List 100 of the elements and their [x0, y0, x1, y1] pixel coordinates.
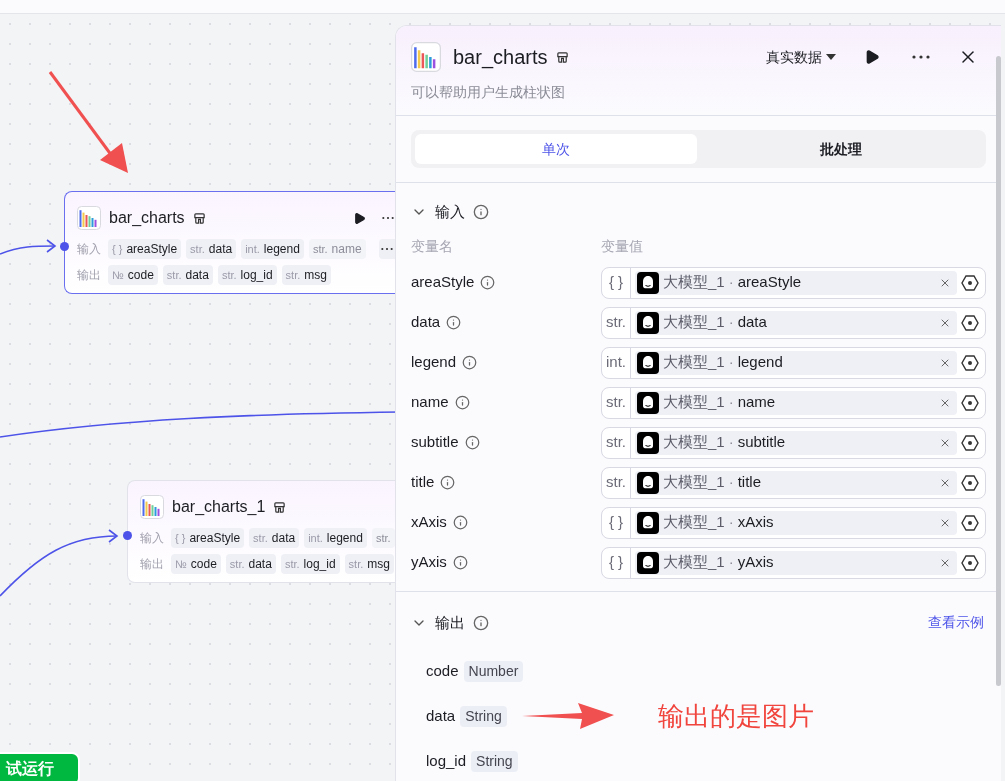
port-tag: str. msg [281, 265, 331, 285]
view-example-link[interactable]: 查看示例 [928, 612, 984, 634]
port-tag: str. msg [344, 554, 394, 574]
type-label: { } [602, 267, 631, 298]
hexagon-icon[interactable] [961, 393, 979, 412]
bar-chart-icon [411, 42, 441, 72]
bar-chart-icon [140, 495, 164, 519]
more-icon[interactable] [381, 247, 393, 251]
input-port[interactable] [123, 531, 132, 540]
output-name: code [426, 660, 459, 681]
hexagon-icon[interactable] [961, 553, 979, 572]
port-label: 输出 [140, 556, 165, 573]
port-tag: № code [108, 265, 158, 285]
model-avatar-icon [637, 271, 659, 294]
model-avatar-icon [637, 391, 659, 414]
hexagon-icon[interactable] [961, 353, 979, 372]
output-name: log_id [426, 750, 467, 771]
data-source-dropdown[interactable]: 真实数据 [766, 46, 836, 68]
node-title: bar_charts [109, 208, 185, 228]
info-icon[interactable] [446, 315, 462, 330]
run-icon[interactable] [353, 211, 366, 225]
parameter-value-field[interactable]: { } 大模型_1 · xAxis [601, 506, 986, 539]
template-icon[interactable] [555, 50, 569, 64]
variable-reference: 大模型_1 · data [663, 312, 767, 333]
variable-reference: 大模型_1 · yAxis [663, 552, 774, 573]
parameter-name: areaStyle [411, 272, 475, 293]
type-label: str. [602, 427, 631, 458]
parameter-value-field[interactable]: { } 大模型_1 · yAxis [601, 546, 986, 579]
model-avatar-icon [637, 471, 659, 494]
port-tag: int. legend [241, 239, 304, 259]
port-tag: str. data [186, 239, 237, 259]
port-tag: str. data [225, 554, 276, 574]
type-label: str. [602, 467, 631, 498]
model-avatar-icon [637, 311, 659, 334]
port-tag: str. data [249, 528, 300, 548]
info-icon[interactable] [464, 435, 480, 450]
port-label: 输入 [140, 530, 165, 547]
port-tag: str. log_id [217, 265, 277, 285]
port-label: 输出 [77, 267, 102, 284]
info-icon[interactable] [473, 204, 489, 221]
hexagon-icon[interactable] [961, 473, 979, 492]
port-tag: { } areaStyle [171, 528, 245, 548]
info-icon[interactable] [452, 515, 468, 530]
tab[interactable]: 单次 [415, 134, 697, 164]
parameter-name: title [411, 472, 435, 493]
caret-icon [826, 53, 836, 61]
parameter-value-field[interactable]: str. 大模型_1 · subtitle [601, 426, 986, 459]
hexagon-icon[interactable] [961, 273, 979, 292]
more-icon[interactable] [912, 55, 930, 59]
port-tag: str. name [308, 239, 366, 259]
template-icon[interactable] [273, 500, 287, 514]
port-tag: str. [371, 528, 395, 548]
parameter-value-field[interactable]: int. 大模型_1 · legend [601, 346, 986, 379]
output-type-tag: Number [463, 660, 524, 682]
port-tag: { } areaStyle [108, 239, 182, 259]
annotation-text: 输出的是图片 [657, 699, 814, 733]
tab[interactable]: 批处理 [700, 134, 982, 164]
output-name: data [426, 705, 456, 726]
variable-reference: 大模型_1 · areaStyle [663, 272, 802, 293]
parameter-name: legend [411, 352, 457, 373]
type-label: { } [602, 507, 631, 538]
hexagon-icon[interactable] [961, 513, 979, 532]
parameter-value-field[interactable]: str. 大模型_1 · name [601, 386, 986, 419]
column-header: 变量名 [411, 236, 454, 256]
output-type-tag: String [471, 750, 518, 772]
info-icon[interactable] [462, 355, 478, 370]
template-icon[interactable] [192, 211, 206, 225]
info-icon[interactable] [440, 475, 456, 490]
input-port[interactable] [60, 242, 69, 251]
type-label: { } [602, 547, 631, 578]
parameter-name: subtitle [411, 432, 459, 453]
run-icon[interactable] [864, 49, 880, 65]
type-label: str. [602, 307, 631, 338]
section-title: 输出 [435, 612, 465, 633]
parameter-value-field[interactable]: { } 大模型_1 · areaStyle [601, 266, 986, 299]
panel-title: bar_charts [453, 45, 548, 71]
port-tag: № code [171, 554, 221, 574]
parameter-value-field[interactable]: str. 大模型_1 · title [601, 466, 986, 499]
info-icon[interactable] [473, 614, 489, 631]
section-title: 输入 [435, 202, 465, 222]
variable-reference: 大模型_1 · subtitle [663, 432, 786, 453]
variable-reference: 大模型_1 · name [663, 392, 776, 413]
info-icon[interactable] [454, 395, 470, 410]
parameter-name: data [411, 312, 441, 333]
info-icon[interactable] [452, 555, 468, 570]
hexagon-icon[interactable] [961, 313, 979, 332]
parameter-value-field[interactable]: str. 大模型_1 · data [601, 306, 986, 339]
panel-description: 可以帮助用户生成柱状图 [411, 83, 566, 102]
info-icon[interactable] [480, 275, 496, 290]
node-title: bar_charts_1 [172, 497, 266, 517]
connector [0, 239, 57, 255]
more-icon[interactable] [382, 216, 394, 220]
more-ports-button[interactable] [379, 239, 395, 259]
parameter-name: name [411, 392, 449, 413]
type-label: int. [602, 347, 631, 378]
hexagon-icon[interactable] [961, 433, 979, 452]
parameter-name: xAxis [411, 512, 447, 533]
bar-chart-icon [77, 206, 101, 230]
type-label: str. [602, 387, 631, 418]
model-avatar-icon [637, 511, 659, 534]
